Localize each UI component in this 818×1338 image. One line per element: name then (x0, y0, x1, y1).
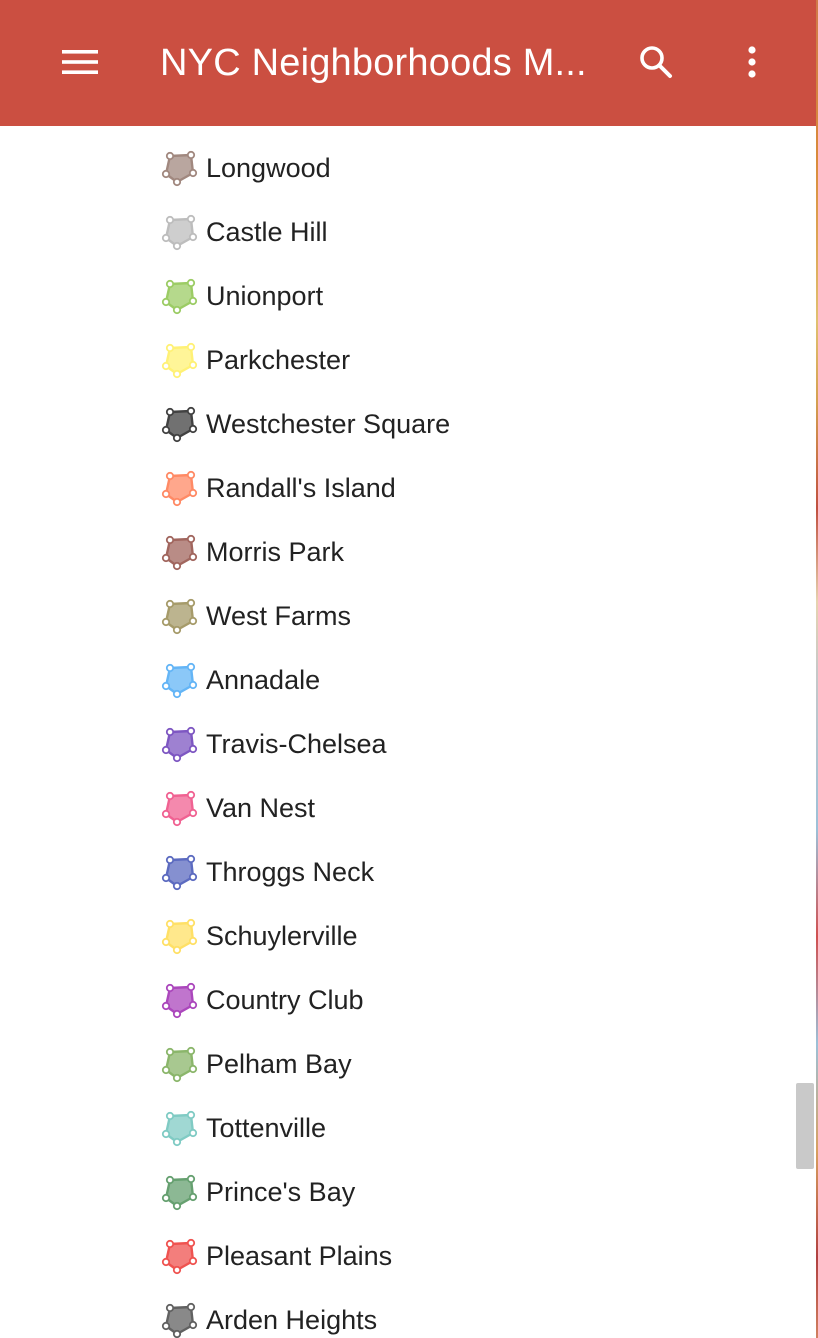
polygon-icon (161, 278, 198, 315)
list-item-label: Annadale (206, 664, 321, 695)
list-item-label: West Farms (206, 600, 352, 631)
page-title: NYC Neighborhoods M... (160, 42, 587, 84)
list-item[interactable]: Castle Hill (160, 200, 780, 264)
list-item[interactable]: Throggs Neck (160, 840, 780, 904)
list-item[interactable]: Morris Park (160, 520, 780, 584)
list-item-label: Tottenville (206, 1112, 327, 1143)
list-item[interactable]: Tottenville (160, 1096, 780, 1160)
more-options-button[interactable] (722, 30, 782, 94)
list-item[interactable]: Arden Heights (160, 1288, 780, 1338)
list-item[interactable]: Pelham Bay (160, 1032, 780, 1096)
polygon-icon (161, 726, 198, 763)
list-item-label: Country Club (206, 984, 364, 1015)
polygon-icon (161, 214, 198, 251)
list-item-label: Randall's Island (206, 472, 396, 503)
polygon-icon (161, 854, 198, 891)
scrollbar-thumb[interactable] (796, 1083, 814, 1169)
app-window: NYC Neighborhoods M... Longwood Castle Hi… (0, 0, 818, 1338)
polygon-icon (161, 1046, 198, 1083)
list-item[interactable]: Pleasant Plains (160, 1224, 780, 1288)
menu-icon (62, 50, 98, 74)
polygon-icon (161, 918, 198, 955)
list-item[interactable]: Westchester Square (160, 392, 780, 456)
list-item-label: Westchester Square (206, 408, 451, 439)
list-item[interactable]: Country Club (160, 968, 780, 1032)
list-item-label: Throggs Neck (206, 856, 375, 887)
list-item[interactable]: Parkchester (160, 328, 780, 392)
list-item[interactable]: Van Nest (160, 776, 780, 840)
list-item[interactable]: West Farms (160, 584, 780, 648)
list-item-label: Parkchester (206, 344, 351, 375)
list-item-label: Unionport (206, 280, 324, 311)
polygon-icon (161, 342, 198, 379)
neighborhood-list-panel: Longwood Castle Hill Unionport Parkchester W… (0, 126, 816, 1338)
list-item[interactable]: Randall's Island (160, 456, 780, 520)
list-item[interactable]: Prince's Bay (160, 1160, 780, 1224)
list-item[interactable]: Longwood (160, 136, 780, 200)
polygon-icon (161, 598, 198, 635)
polygon-icon (161, 470, 198, 507)
list-item-label: Pelham Bay (206, 1048, 352, 1079)
list-item[interactable]: Schuylerville (160, 904, 780, 968)
list-item-label: Morris Park (206, 536, 345, 567)
polygon-icon (161, 1174, 198, 1211)
polygon-icon (161, 1302, 198, 1338)
search-icon (640, 46, 672, 78)
search-button[interactable] (624, 30, 688, 94)
list-item[interactable]: Annadale (160, 648, 780, 712)
polygon-icon (161, 150, 198, 187)
polygon-icon (161, 790, 198, 827)
list-item-label: Prince's Bay (206, 1176, 356, 1207)
list-item-label: Arden Heights (206, 1304, 378, 1335)
list-item-label: Castle Hill (206, 216, 328, 247)
list-item-label: Pleasant Plains (206, 1240, 393, 1271)
polygon-icon (161, 406, 198, 443)
polygon-icon (161, 1110, 198, 1147)
list-item[interactable]: Unionport (160, 264, 780, 328)
list-item-label: Van Nest (206, 792, 316, 823)
app-bar: NYC Neighborhoods M... (0, 0, 816, 126)
list-item[interactable]: Travis-Chelsea (160, 712, 780, 776)
more-vert-icon (748, 46, 756, 78)
menu-button[interactable] (50, 30, 110, 94)
polygon-icon (161, 662, 198, 699)
list-item-label: Travis-Chelsea (206, 728, 387, 759)
list-item-label: Schuylerville (206, 920, 358, 951)
polygon-icon (161, 982, 198, 1019)
polygon-icon (161, 1238, 198, 1275)
list-item-label: Longwood (206, 152, 331, 183)
polygon-icon (161, 534, 198, 571)
